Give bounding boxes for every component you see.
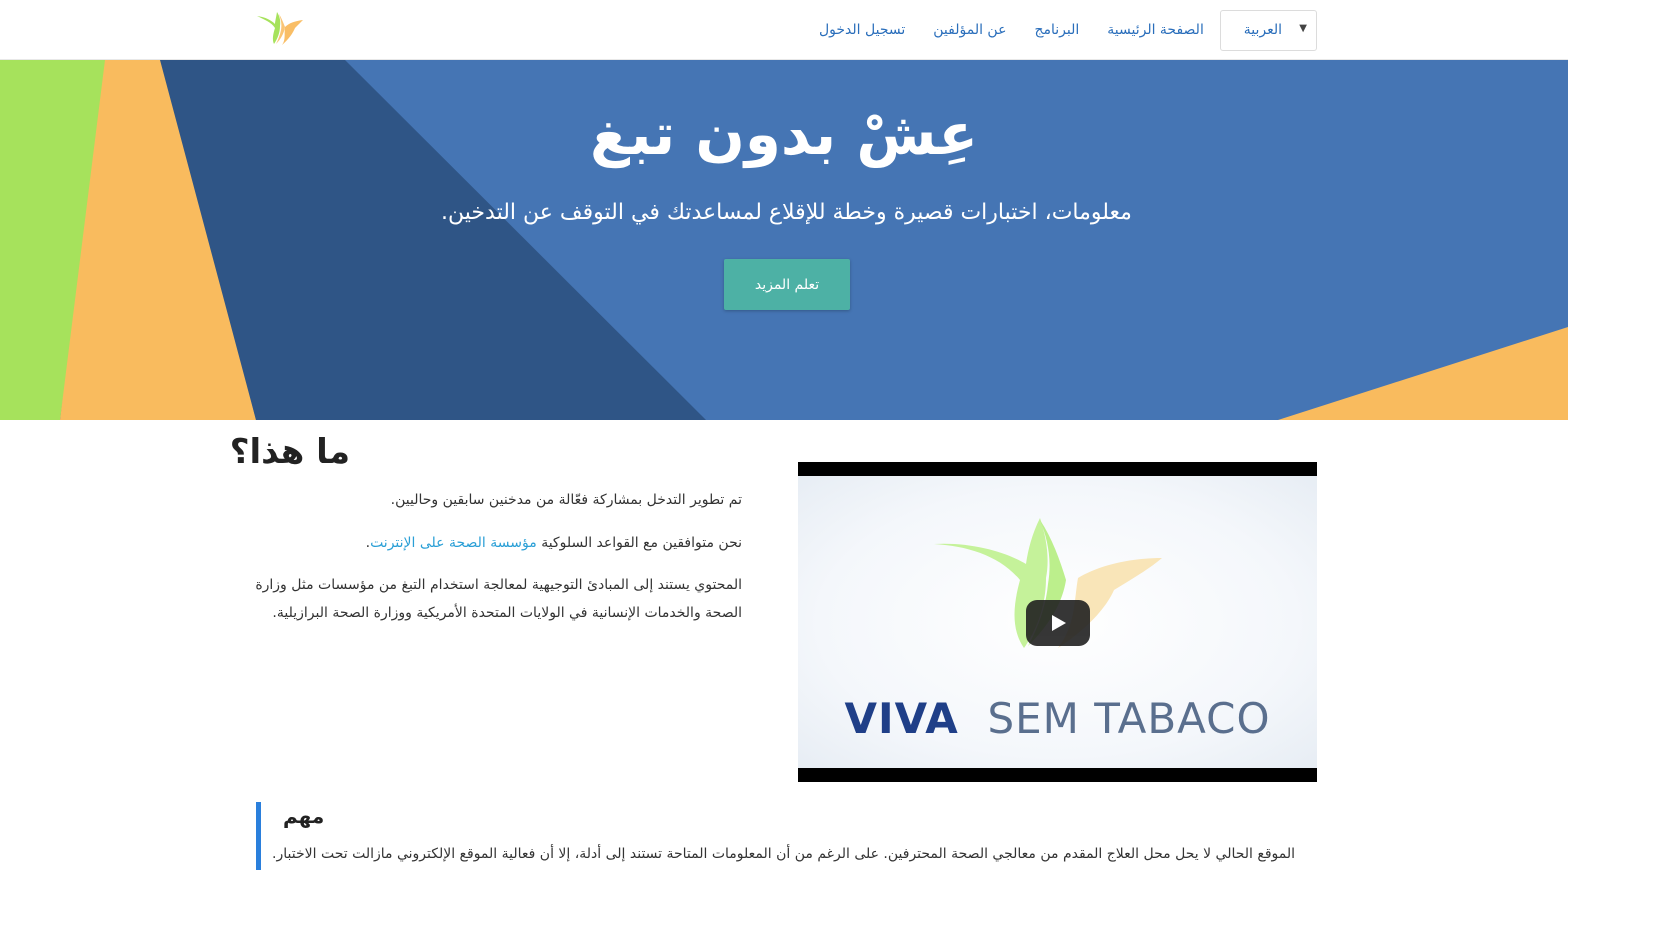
nav-link-login[interactable]: تسجيل الدخول bbox=[805, 22, 919, 38]
video-brand-word-2: SEM TABACO bbox=[987, 694, 1271, 743]
hero-banner: عِشْ بدون تبغ معلومات، اختبارات قصيرة وخ… bbox=[0, 60, 1568, 420]
top-navbar: الصفحة الرئيسية البرنامج عن المؤلفين تسج… bbox=[0, 0, 1568, 60]
main-nav: الصفحة الرئيسية البرنامج عن المؤلفين تسج… bbox=[805, 0, 1218, 60]
section-title-what-is-this: ما هذا؟ bbox=[229, 432, 350, 472]
about-paragraph-1: تم تطوير التدخل بمشاركة فعّالة من مدخنين… bbox=[390, 492, 742, 508]
play-button[interactable] bbox=[1026, 600, 1090, 646]
play-icon bbox=[1052, 615, 1066, 631]
video-brand-text: VIVA SEM TABACO bbox=[798, 694, 1317, 743]
important-notice: مهم الموقع الحالي لا يحل محل العلاج المق… bbox=[256, 802, 1318, 870]
nav-link-home[interactable]: الصفحة الرئيسية bbox=[1093, 22, 1218, 38]
about-paragraph-2: نحن متوافقين مع القواعد السلوكية مؤسسة ا… bbox=[252, 529, 742, 557]
video-brand-word-1: VIVA bbox=[844, 694, 959, 743]
nav-link-program[interactable]: البرنامج bbox=[1020, 22, 1093, 38]
learn-more-button[interactable]: تعلم المزيد bbox=[724, 259, 850, 310]
notice-text: الموقع الحالي لا يحل محل العلاج المقدم م… bbox=[272, 846, 1295, 862]
language-select[interactable]: العربية ▼ bbox=[1220, 10, 1317, 51]
video-player[interactable]: VIVA SEM TABACO bbox=[798, 462, 1317, 782]
site-logo-icon[interactable] bbox=[255, 10, 305, 46]
caret-down-icon: ▼ bbox=[1299, 23, 1307, 34]
notice-title: مهم bbox=[283, 804, 325, 828]
nav-link-about-authors[interactable]: عن المؤلفين bbox=[919, 22, 1020, 38]
health-on-net-link[interactable]: مؤسسة الصحة على الإنترنت bbox=[370, 535, 537, 551]
about-paragraph-2-text: نحن متوافقين مع القواعد السلوكية bbox=[541, 535, 742, 551]
hero-title: عِشْ بدون تبغ bbox=[590, 100, 978, 168]
language-select-value: العربية bbox=[1243, 22, 1282, 38]
video-thumbnail: VIVA SEM TABACO bbox=[798, 476, 1317, 768]
hero-subtitle: معلومات، اختبارات قصيرة وخطة للإقلاع لمس… bbox=[441, 200, 1132, 225]
about-paragraph-3: المحتوي يستند إلى المبادئ التوجيهية لمعا… bbox=[255, 577, 742, 621]
